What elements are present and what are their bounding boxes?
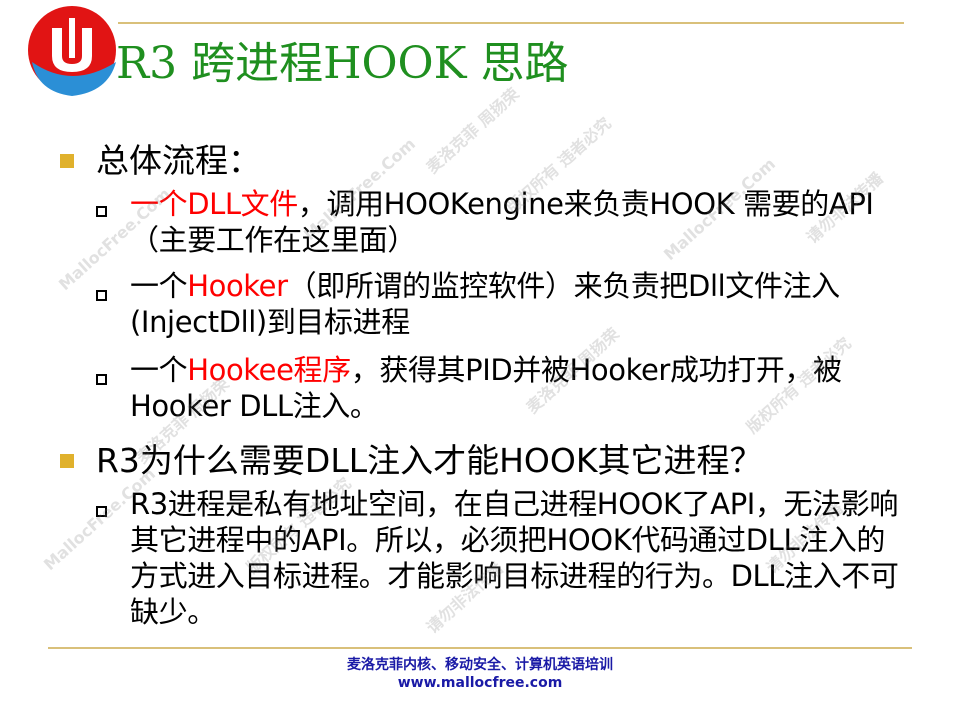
list-item: 一个DLL文件，调用HOOKengine来负责HOOK 需要的API（主要工作在…	[130, 186, 900, 258]
section-heading: R3为什么需要DLL注入才能HOOK其它进程？	[96, 441, 763, 480]
level2-bullet-icon	[96, 290, 107, 301]
footer-url: www.mallocfree.com	[397, 675, 563, 691]
slide-body: 总体流程： 一个DLL文件，调用HOOKengine来负责HOOK 需要的API…	[0, 0, 960, 720]
item-text: R3进程是私有地址空间，在自己进程HOOK了API，无法影响其它进程中的API。…	[130, 487, 899, 629]
section-heading: 总体流程：	[96, 141, 261, 180]
bottom-divider	[48, 647, 912, 649]
footer-tagline: 麦洛克菲内核、移动安全、计算机英语培训	[347, 657, 613, 673]
item-text: 一个	[130, 353, 188, 387]
list-item: 一个Hookee程序，获得其PID并被Hooker成功打开，被Hooker DL…	[130, 352, 900, 424]
highlight-text: Hookee程序	[187, 353, 351, 387]
item-text: 一个	[130, 269, 188, 303]
level1-bullet-icon	[60, 154, 74, 168]
list-item: 一个Hooker（即所谓的监控软件）来负责把Dll文件注入(InjectDll)…	[130, 268, 900, 340]
level2-bullet-icon	[96, 206, 107, 217]
list-item: R3进程是私有地址空间，在自己进程HOOK了API，无法影响其它进程中的API。…	[130, 486, 900, 630]
highlight-text: 一个DLL文件	[130, 187, 298, 221]
level1-bullet-icon	[60, 454, 74, 468]
level2-bullet-icon	[96, 506, 107, 517]
highlight-text: Hooker	[187, 269, 288, 303]
level2-bullet-icon	[96, 374, 107, 385]
